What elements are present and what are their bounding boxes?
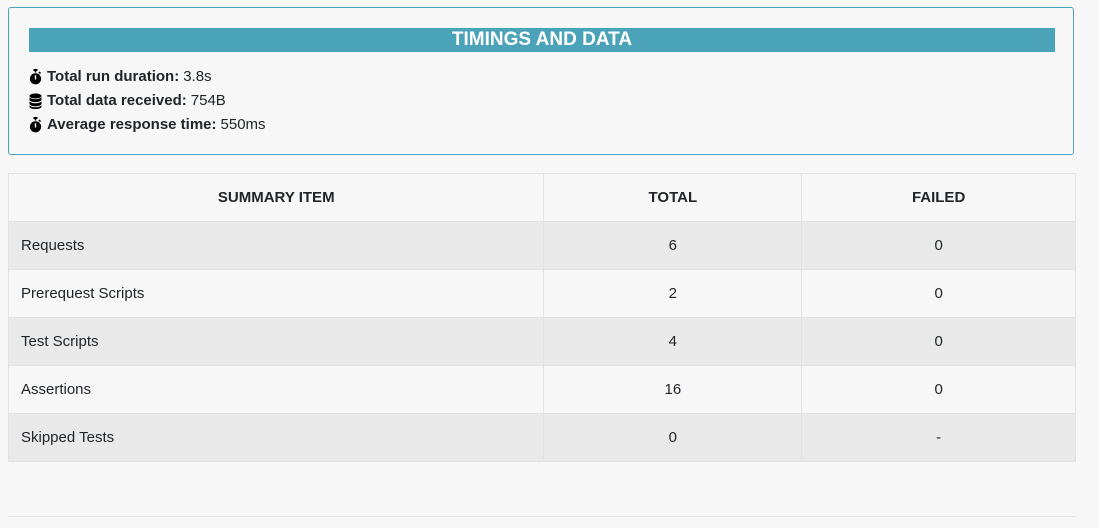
stopwatch-icon <box>29 69 42 85</box>
database-icon <box>29 93 42 109</box>
summary-item-cell: Assertions <box>7 365 545 414</box>
total-cell: 0 <box>543 413 803 462</box>
table-row: Prerequest Scripts 2 0 <box>7 269 1076 318</box>
stat-total-run-duration: Total run duration: 3.8s <box>29 65 266 89</box>
summary-item-cell: Requests <box>7 221 545 270</box>
failed-cell: 0 <box>801 269 1076 318</box>
stopwatch-icon <box>29 117 42 133</box>
stat-label: Average response time: <box>47 116 217 133</box>
stat-total-data-received: Total data received: 754B <box>29 89 266 113</box>
table-header-row: SUMMARY ITEM TOTAL FAILED <box>7 173 1076 222</box>
total-cell: 4 <box>543 317 803 366</box>
table-row: Skipped Tests 0 - <box>7 413 1076 462</box>
stat-list: Total run duration: 3.8s Total data rece… <box>29 65 266 137</box>
summary-item-cell: Skipped Tests <box>7 413 545 462</box>
failed-cell: 0 <box>801 317 1076 366</box>
summary-table: SUMMARY ITEM TOTAL FAILED Requests 6 0 P… <box>7 173 1076 462</box>
timings-header: TIMINGS AND DATA <box>29 28 1055 52</box>
stat-label: Total run duration: <box>47 68 180 85</box>
table-row: Assertions 16 0 <box>7 365 1076 414</box>
stat-average-response-time: Average response time: 550ms <box>29 113 266 137</box>
column-header-total: TOTAL <box>543 173 803 222</box>
stat-value: 3.8s <box>183 68 212 85</box>
timings-card: TIMINGS AND DATA Total run duration: 3.8… <box>8 7 1074 155</box>
total-cell: 16 <box>543 365 803 414</box>
summary-item-cell: Prerequest Scripts <box>7 269 545 318</box>
divider <box>8 516 1076 517</box>
summary-item-cell: Test Scripts <box>7 317 545 366</box>
total-cell: 2 <box>543 269 803 318</box>
stat-label: Total data received: <box>47 92 187 109</box>
table-row: Requests 6 0 <box>7 221 1076 270</box>
total-cell: 6 <box>543 221 803 270</box>
column-header-summary-item: SUMMARY ITEM <box>7 173 545 222</box>
table-row: Test Scripts 4 0 <box>7 317 1076 366</box>
column-header-failed: FAILED <box>801 173 1076 222</box>
stat-value: 754B <box>190 92 226 109</box>
failed-cell: 0 <box>801 365 1076 414</box>
failed-cell: 0 <box>801 221 1076 270</box>
stat-value: 550ms <box>220 116 266 133</box>
failed-cell: - <box>801 413 1076 462</box>
